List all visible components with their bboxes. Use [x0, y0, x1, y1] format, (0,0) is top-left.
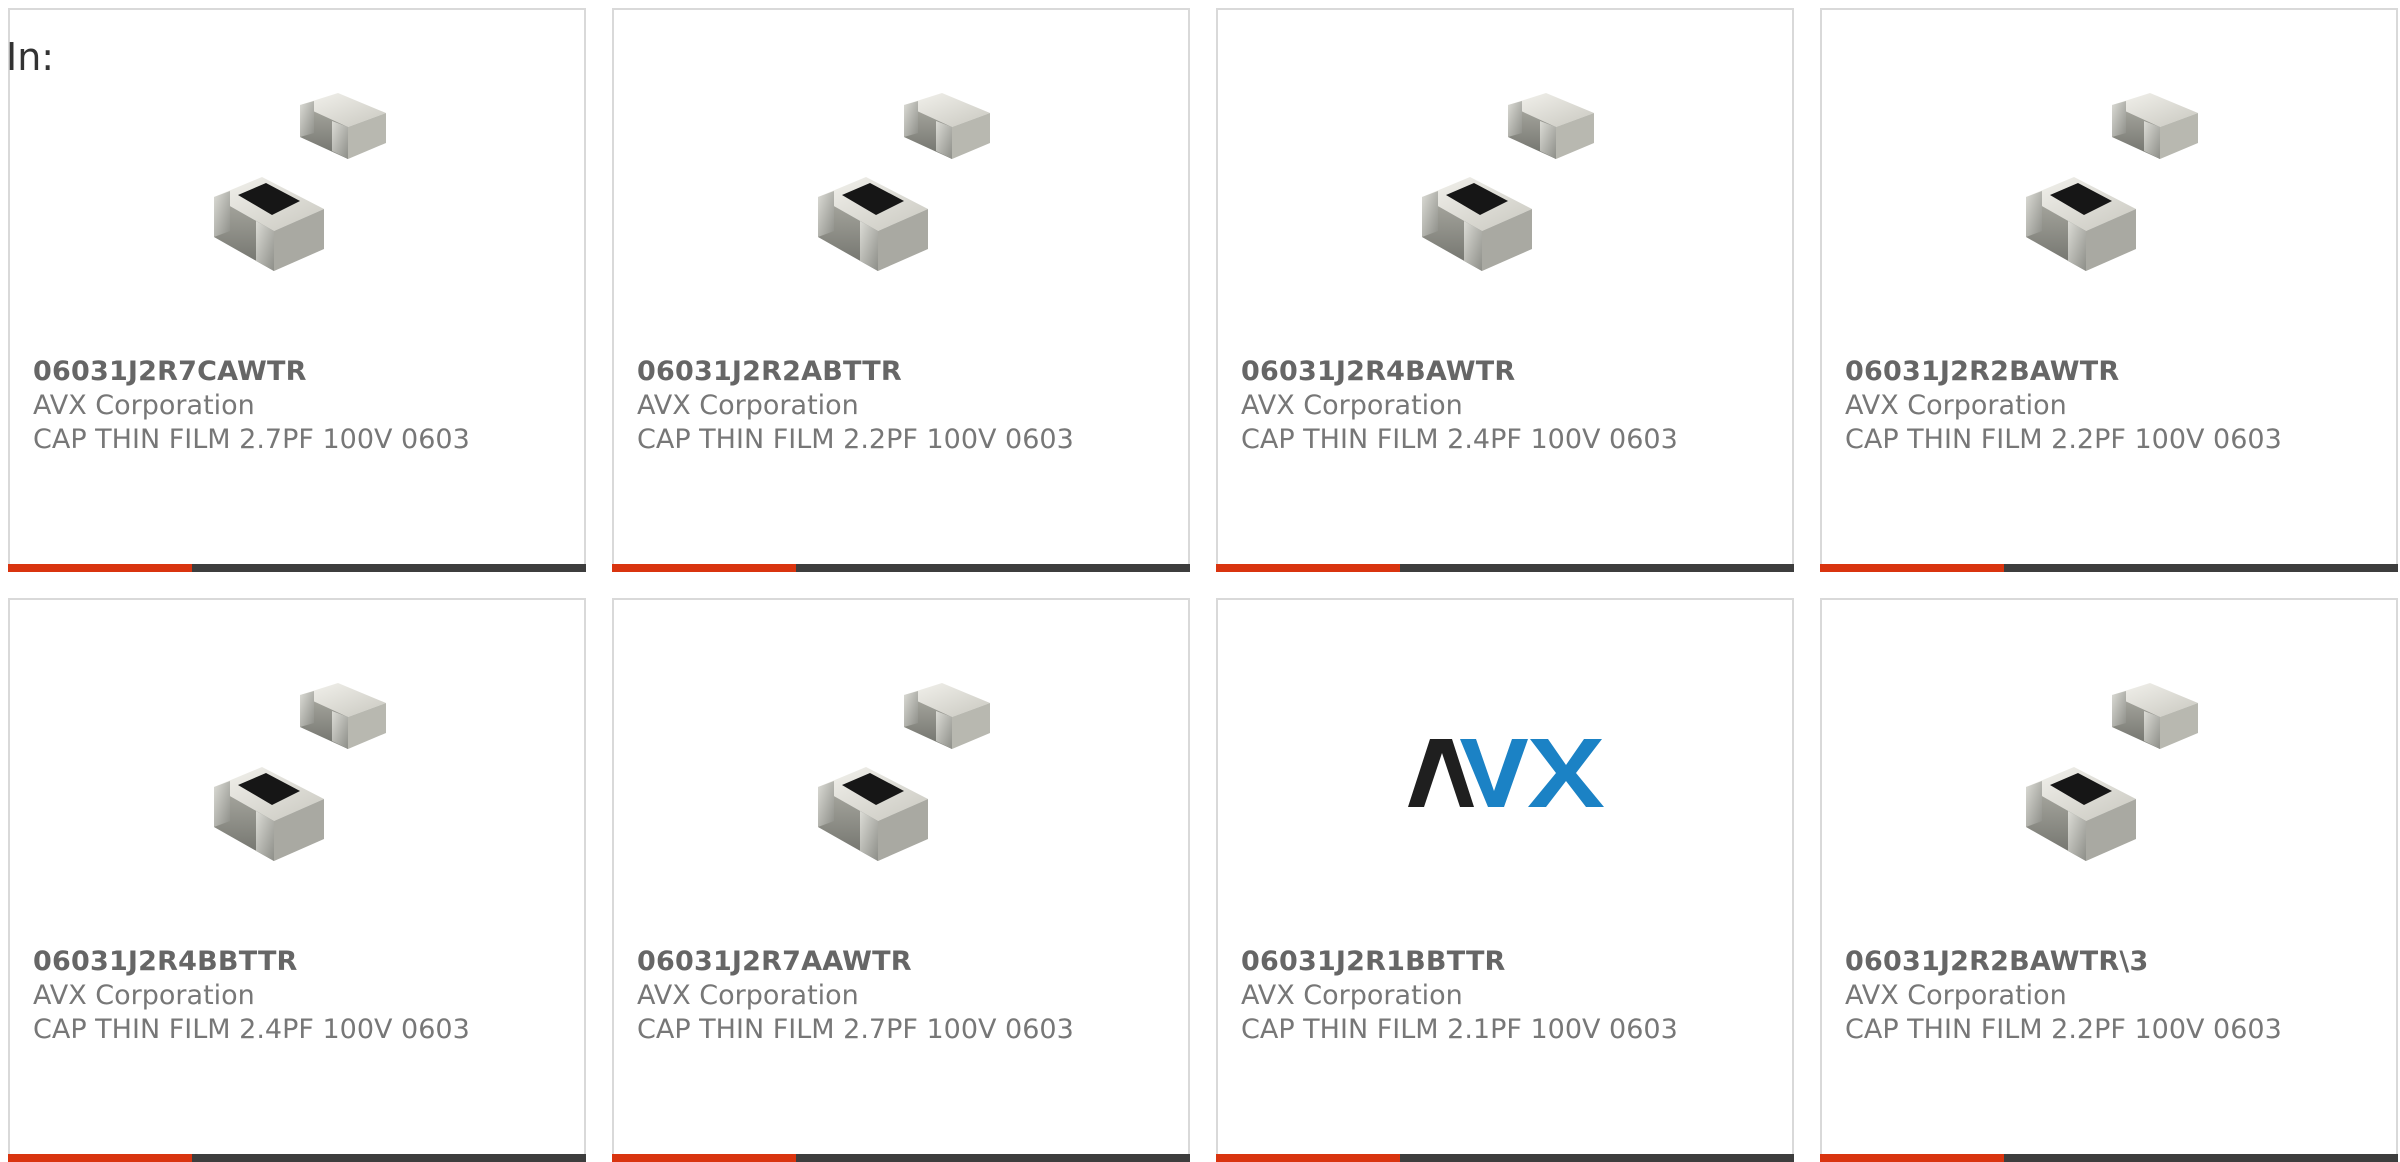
description: CAP THIN FILM 2.4PF 100V 0603 [33, 1014, 470, 1045]
product-card[interactable]: 06031J2R4BBTTR AVX Corporation CAP THIN … [8, 598, 586, 1162]
manufacturer: AVX Corporation [637, 390, 859, 421]
capacitor-chip-image [195, 670, 405, 880]
description: CAP THIN FILM 2.7PF 100V 0603 [637, 1014, 1074, 1045]
capacitor-chip-image [195, 80, 405, 290]
card-bottom-bar [612, 564, 1190, 572]
part-number[interactable]: 06031J2R2ABTTR [637, 355, 1178, 389]
description: CAP THIN FILM 2.1PF 100V 0603 [1241, 1014, 1678, 1045]
capacitor-chip-image [1403, 80, 1613, 290]
manufacturer: AVX Corporation [1845, 980, 2067, 1011]
description: CAP THIN FILM 2.2PF 100V 0603 [1845, 1014, 2282, 1045]
manufacturer: AVX Corporation [33, 980, 255, 1011]
manufacturer: AVX Corporation [33, 390, 255, 421]
page-heading: In: [6, 35, 55, 79]
product-card[interactable]: 06031J2R1BBTTR AVX Corporation CAP THIN … [1216, 598, 1794, 1162]
part-number[interactable]: 06031J2R7CAWTR [33, 355, 574, 389]
card-accent-bar [8, 564, 192, 572]
part-number[interactable]: 06031J2R7AAWTR [637, 945, 1178, 979]
part-number[interactable]: 06031J2R2BAWTR [1845, 355, 2386, 389]
manufacturer: AVX Corporation [1241, 390, 1463, 421]
card-bottom-bar [1820, 564, 2398, 572]
product-card[interactable]: 06031J2R2BAWTR\3 AVX Corporation CAP THI… [1820, 598, 2398, 1162]
product-card[interactable]: 06031J2R4BAWTR AVX Corporation CAP THIN … [1216, 8, 1794, 572]
product-grid: 06031J2R7CAWTR AVX Corporation CAP THIN … [0, 0, 2400, 1162]
part-number[interactable]: 06031J2R4BAWTR [1241, 355, 1782, 389]
manufacturer: AVX Corporation [637, 980, 859, 1011]
card-accent-bar [1820, 564, 2004, 572]
product-card[interactable]: 06031J2R7AAWTR AVX Corporation CAP THIN … [612, 598, 1190, 1162]
manufacturer: AVX Corporation [1845, 390, 2067, 421]
product-card[interactable]: 06031J2R7CAWTR AVX Corporation CAP THIN … [8, 8, 586, 572]
part-number[interactable]: 06031J2R2BAWTR\3 [1845, 945, 2386, 979]
part-number[interactable]: 06031J2R4BBTTR [33, 945, 574, 979]
manufacturer: AVX Corporation [1241, 980, 1463, 1011]
description: CAP THIN FILM 2.2PF 100V 0603 [1845, 424, 2282, 455]
product-card[interactable]: 06031J2R2ABTTR AVX Corporation CAP THIN … [612, 8, 1190, 572]
capacitor-chip-image [2007, 670, 2217, 880]
description: CAP THIN FILM 2.2PF 100V 0603 [637, 424, 1074, 455]
card-accent-bar [612, 564, 796, 572]
card-bottom-bar [8, 564, 586, 572]
card-bottom-bar [1216, 564, 1794, 572]
capacitor-chip-image [2007, 80, 2217, 290]
product-card[interactable]: 06031J2R2BAWTR AVX Corporation CAP THIN … [1820, 8, 2398, 572]
part-number[interactable]: 06031J2R1BBTTR [1241, 945, 1782, 979]
card-accent-bar [1216, 564, 1400, 572]
capacitor-chip-image [799, 80, 1009, 290]
description: CAP THIN FILM 2.7PF 100V 0603 [33, 424, 470, 455]
capacitor-chip-image [799, 670, 1009, 880]
avx-logo [1403, 670, 1613, 880]
description: CAP THIN FILM 2.4PF 100V 0603 [1241, 424, 1678, 455]
